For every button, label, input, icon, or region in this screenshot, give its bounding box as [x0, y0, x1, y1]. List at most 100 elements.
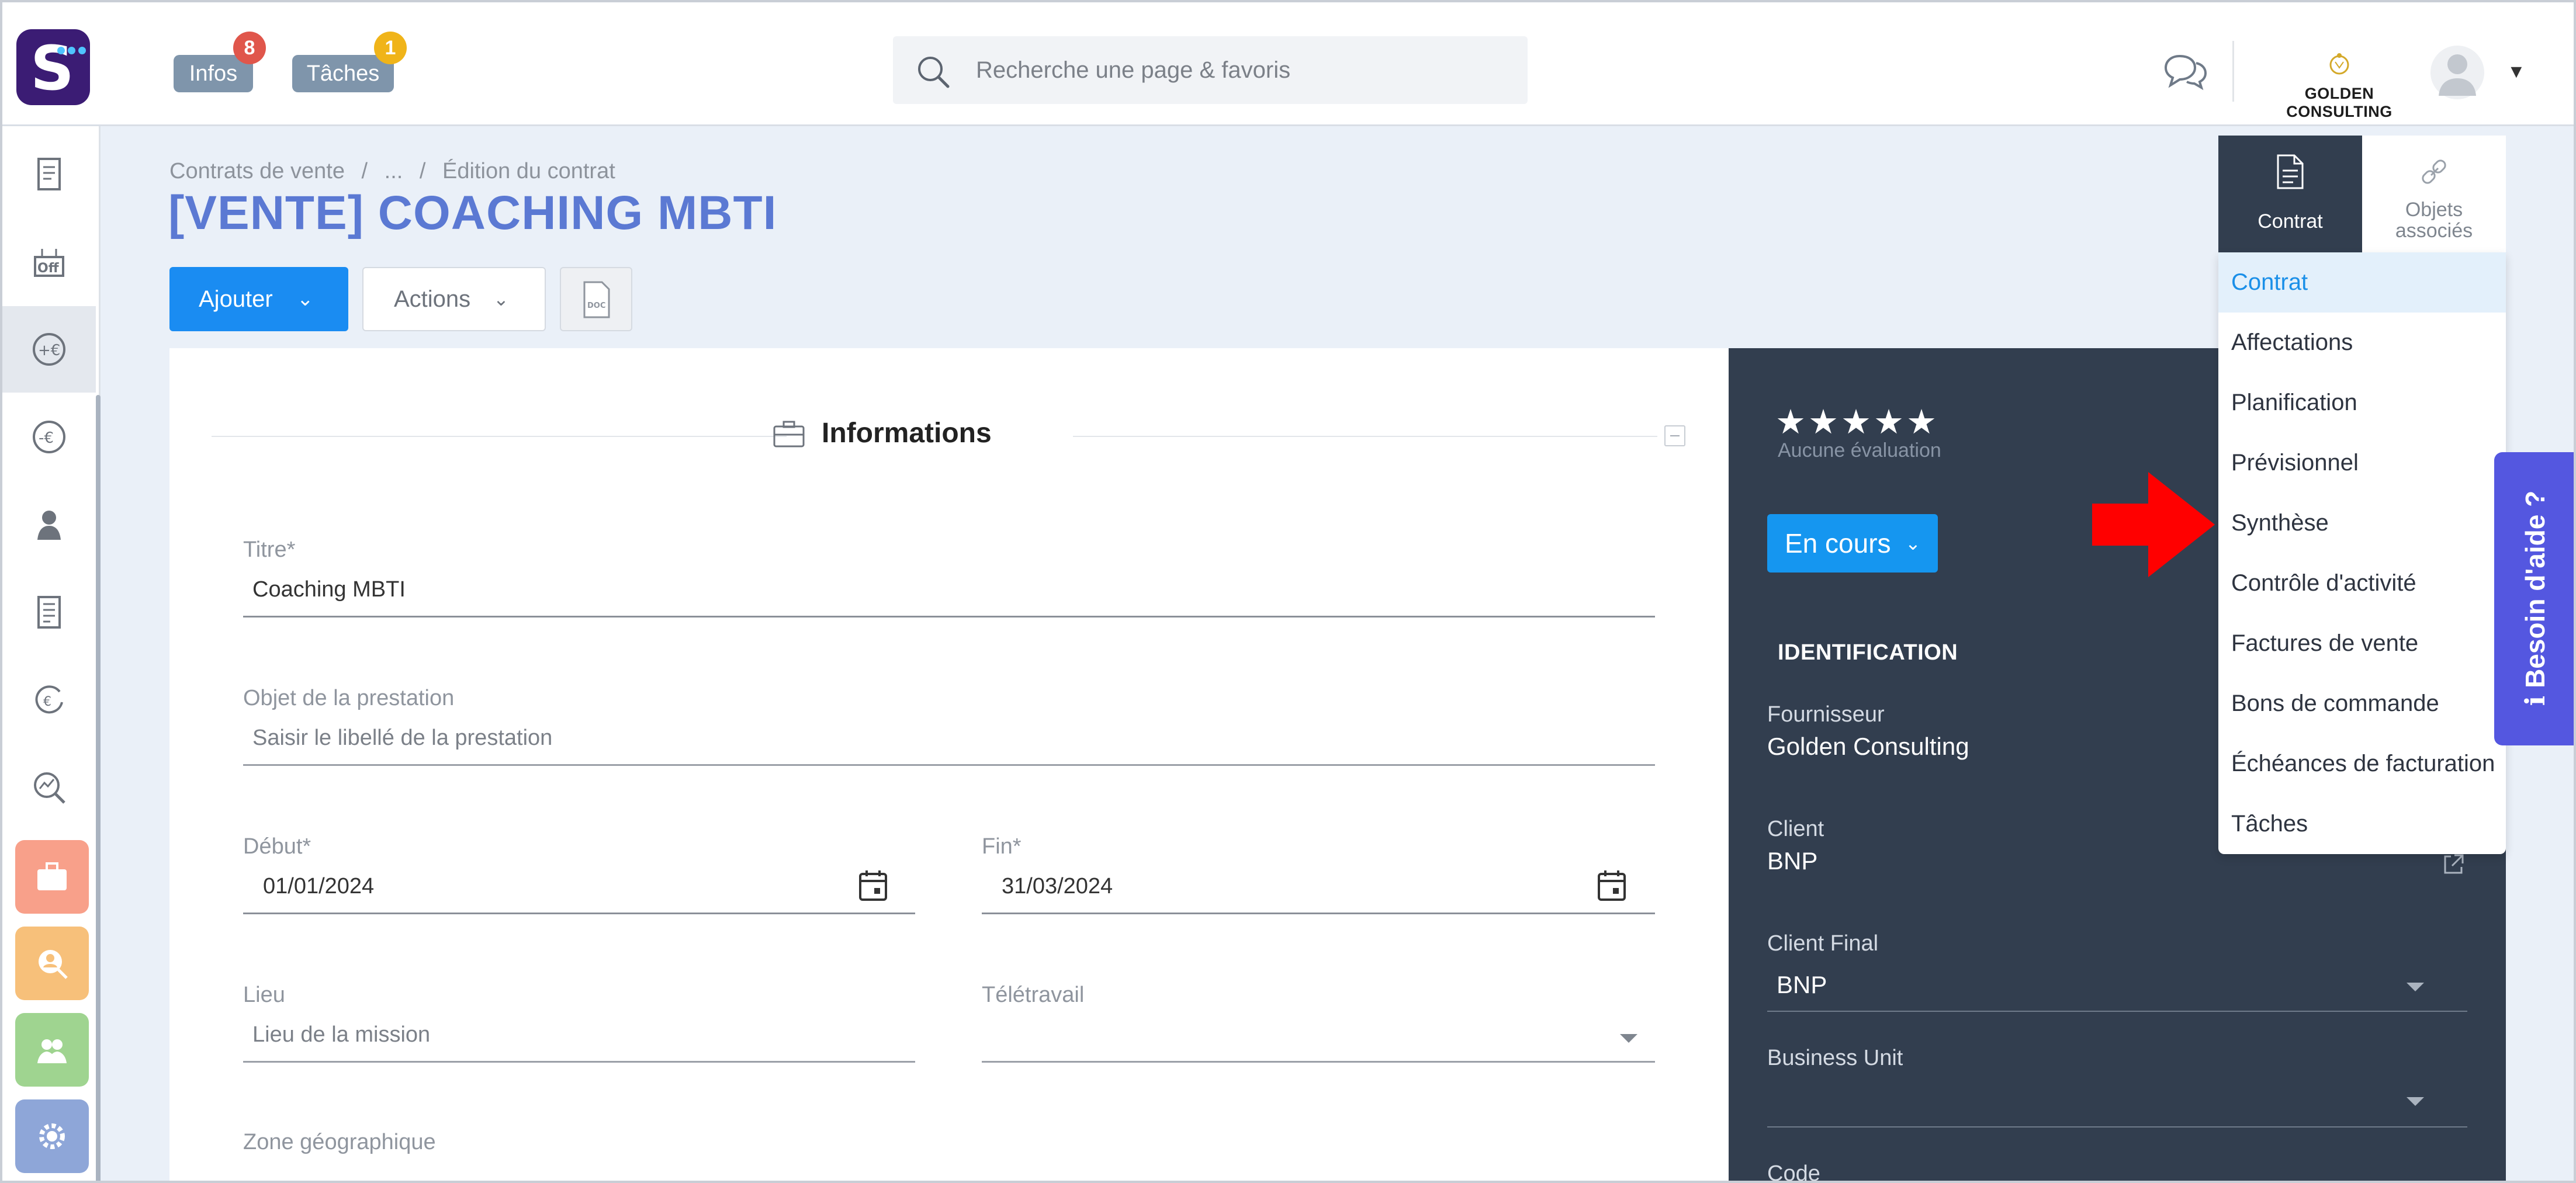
minus-euro-icon: -€	[33, 421, 65, 453]
nav-item-affectations[interactable]: Affectations	[2218, 313, 2506, 373]
actions-button[interactable]: Actions ⌄	[362, 267, 546, 331]
debut-date-field[interactable]: 01/01/2024	[263, 874, 374, 899]
fin-date-field[interactable]: 31/03/2024	[1002, 874, 1113, 899]
company-switcher[interactable]: GOLDEN CONSULTING	[2266, 50, 2412, 121]
nav-item-contrat[interactable]: Contrat	[2218, 252, 2506, 313]
infos-button[interactable]: Infos 8	[174, 32, 266, 92]
nav-item-factures-vente[interactable]: Factures de vente	[2218, 613, 2506, 674]
nav-item-planification[interactable]: Planification	[2218, 373, 2506, 433]
breadcrumb-ellipsis[interactable]: ...	[385, 159, 403, 183]
nav-item-taches[interactable]: Tâches	[2218, 794, 2506, 854]
client-final-select[interactable]: BNP	[1777, 971, 1827, 999]
company-name: GOLDEN CONSULTING	[2286, 85, 2393, 120]
sidebar-item-offers[interactable]: Off	[0, 218, 96, 305]
nav-item-controle-activite[interactable]: Contrôle d'activité	[2218, 553, 2506, 613]
breadcrumb-sales-contracts[interactable]: Contrats de vente	[169, 159, 345, 183]
nav-item-echeances-facturation[interactable]: Échéances de facturation	[2218, 734, 2506, 794]
app-logo[interactable]: S	[16, 29, 90, 105]
sidebar-tile-briefcase[interactable]	[15, 840, 89, 914]
sidebar-tile-recruitment[interactable]	[15, 927, 89, 1000]
sidebar-item-receipts[interactable]	[0, 131, 96, 217]
analytics-icon	[34, 772, 65, 804]
calendar-icon[interactable]	[858, 869, 888, 902]
user-menu-caret-icon[interactable]: ▼	[2507, 61, 2526, 82]
svg-text:DOC: DOC	[587, 301, 605, 310]
svg-text:Off: Off	[37, 261, 60, 276]
user-search-icon	[39, 950, 68, 979]
zone-label: Zone géographique	[243, 1130, 436, 1154]
link-icon	[2422, 159, 2446, 184]
sidebar-tile-settings[interactable]	[15, 1099, 89, 1173]
dropdown-caret-icon[interactable]	[1620, 1034, 1637, 1043]
top-bar: S Infos 8 Tâches 1 GOLDEN CONSULTING ▼	[0, 0, 2576, 126]
euro-cycle-icon: €	[35, 685, 63, 714]
breadcrumb-current: Édition du contrat	[442, 159, 615, 183]
fournisseur-value: Golden Consulting	[1767, 733, 1969, 760]
fin-underline	[982, 913, 1655, 914]
nav-item-synthese[interactable]: Synthèse	[2218, 493, 2506, 553]
section-divider	[212, 436, 787, 437]
client-value: BNP	[1767, 847, 1818, 875]
status-label: En cours	[1785, 528, 1891, 558]
sidebar-item-purchases[interactable]: -€	[0, 394, 96, 480]
titre-underline	[243, 616, 1655, 617]
debut-label: Début*	[243, 834, 311, 859]
contract-nav-menu: Contrat Affectations Planification Prévi…	[2218, 252, 2506, 854]
collapse-section-button[interactable]	[1664, 425, 1685, 446]
teletravail-label: Télétravail	[982, 983, 1085, 1007]
external-link-icon[interactable]	[2442, 853, 2465, 876]
contract-nav-tabs: Contrat Objets associés	[2218, 136, 2506, 252]
sidebar-tile-team[interactable]	[15, 1013, 89, 1087]
client-final-underline	[1767, 1011, 2467, 1012]
lieu-label: Lieu	[243, 983, 285, 1007]
sidebar-item-invoices[interactable]	[0, 569, 96, 655]
sidebar-scrollbar[interactable]	[96, 395, 101, 1183]
lieu-field[interactable]: Lieu de la mission	[252, 1022, 430, 1047]
nav-item-previsionnel[interactable]: Prévisionnel	[2218, 433, 2506, 493]
objet-label: Objet de la prestation	[243, 686, 455, 710]
lieu-underline	[243, 1061, 915, 1063]
add-button[interactable]: Ajouter ⌄	[169, 267, 348, 331]
tab-contrat[interactable]: Contrat	[2218, 136, 2362, 252]
sidebar-item-consultants[interactable]	[0, 481, 96, 568]
rating-stars[interactable]: ★★★★★	[1775, 402, 1939, 442]
sidebar-item-analytics[interactable]	[0, 744, 96, 831]
team-icon	[37, 1039, 67, 1063]
breadcrumb-separator: /	[361, 159, 368, 183]
red-arrow-annotation-icon	[2092, 472, 2215, 577]
section-title-text: Informations	[822, 418, 992, 449]
dropdown-caret-icon[interactable]	[2407, 983, 2424, 991]
help-tab[interactable]: ℹ Besoin d'aide ?	[2494, 452, 2576, 745]
user-avatar-icon[interactable]	[2429, 44, 2485, 103]
logo-letter: S	[30, 33, 74, 104]
briefcase-icon	[37, 862, 67, 890]
status-dropdown-button[interactable]: En cours ⌄	[1767, 514, 1938, 573]
consultant-icon	[37, 511, 61, 540]
search-icon	[918, 57, 950, 88]
code-label: Code	[1767, 1161, 1820, 1183]
offers-icon: Off	[34, 249, 64, 277]
page-title: [VENTE] COACHING MBTI	[168, 186, 777, 240]
dropdown-caret-icon[interactable]	[2407, 1097, 2424, 1106]
tab-objets-associes[interactable]: Objets associés	[2362, 136, 2506, 252]
receipt-icon	[37, 158, 61, 190]
titre-field[interactable]: Coaching MBTI	[252, 577, 406, 602]
search-input[interactable]	[976, 36, 1502, 104]
sidebar-item-sales[interactable]: +€	[0, 306, 96, 393]
doc-export-button[interactable]: DOC	[560, 267, 632, 331]
section-divider	[1073, 436, 1657, 437]
svg-text:€: €	[43, 695, 51, 709]
sidebar-item-payments[interactable]: €	[0, 657, 96, 743]
chat-icon[interactable]	[2162, 50, 2209, 92]
company-seal-icon	[2329, 53, 2349, 75]
taches-button[interactable]: Tâches 1	[292, 32, 407, 92]
infos-count-badge: 8	[233, 32, 266, 64]
nav-item-bons-commande[interactable]: Bons de commande	[2218, 674, 2506, 734]
infos-label: Infos	[189, 61, 238, 86]
svg-text:+€: +€	[38, 342, 60, 359]
tab-objets-label-line1: Objets	[2405, 199, 2463, 221]
calendar-icon[interactable]	[1597, 869, 1627, 902]
objet-field[interactable]: Saisir le libellé de la prestation	[252, 726, 552, 751]
briefcase-icon	[773, 421, 805, 447]
chevron-down-icon: ⌄	[1905, 533, 1921, 554]
